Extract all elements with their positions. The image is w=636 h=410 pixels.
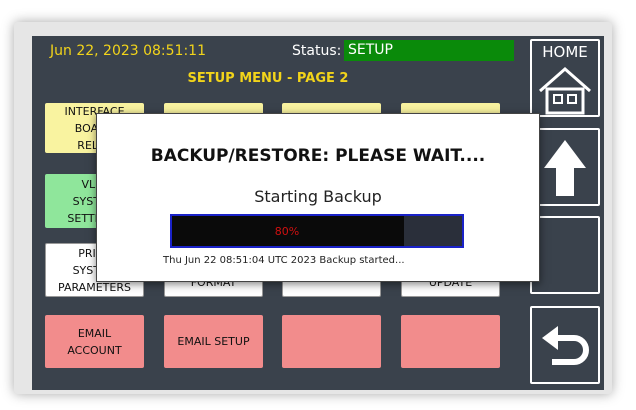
email-account-button[interactable]: EMAIL ACCOUNT: [45, 315, 144, 368]
blank-pink-button-1[interactable]: [282, 315, 381, 368]
dialog-subtitle: Starting Backup: [254, 187, 382, 206]
backup-progress-dialog: BACKUP/RESTORE: PLEASE WAIT.... Starting…: [96, 113, 540, 282]
blank-pink-button-2[interactable]: [401, 315, 500, 368]
email-setup-button[interactable]: EMAIL SETUP: [164, 315, 263, 368]
status-label: Status:: [292, 43, 342, 59]
return-arrow-icon: [542, 326, 589, 365]
datetime-display: Jun 22, 2023 08:51:11: [50, 43, 206, 59]
home-button[interactable]: HOME: [530, 39, 600, 117]
up-button[interactable]: [530, 128, 600, 206]
arrow-up-icon: [544, 140, 586, 196]
blank-side-button[interactable]: [530, 216, 600, 294]
home-label: HOME: [542, 43, 588, 61]
progress-percent: 80%: [274, 225, 300, 238]
house-icon: [539, 67, 591, 115]
progress-bar: 80%: [170, 214, 464, 248]
page-title: SETUP MENU - PAGE 2: [187, 71, 349, 86]
back-button[interactable]: [530, 306, 600, 384]
dialog-title: BACKUP/RESTORE: PLEASE WAIT....: [150, 146, 486, 166]
status-badge: SETUP: [344, 40, 514, 61]
log-message: Thu Jun 22 08:51:04 UTC 2023 Backup star…: [163, 255, 405, 266]
